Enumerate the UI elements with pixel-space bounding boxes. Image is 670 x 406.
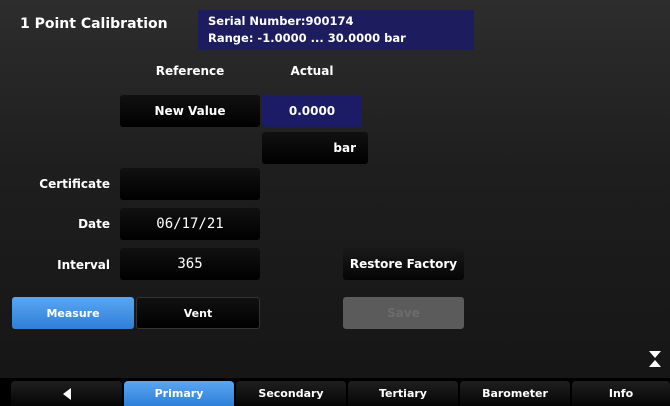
tab-info[interactable]: Info (572, 381, 670, 406)
range-text: Range: -1.0000 ... 30.0000 bar (208, 31, 406, 45)
unit-button[interactable]: bar (262, 132, 368, 164)
certificate-label: Certificate (39, 177, 110, 191)
tab-back[interactable] (11, 381, 122, 406)
interval-label: Interval (57, 258, 110, 272)
vent-button[interactable]: Vent (136, 297, 260, 329)
scroll-toggle-icon[interactable] (648, 350, 662, 368)
date-field[interactable]: 06/17/21 (120, 208, 260, 240)
new-value-button[interactable]: New Value (120, 95, 260, 127)
serial-number-text: Serial Number:900174 (208, 14, 354, 28)
measure-button[interactable]: Measure (12, 297, 134, 329)
tab-barometer[interactable]: Barometer (460, 381, 570, 406)
date-label: Date (78, 217, 110, 231)
restore-factory-button[interactable]: Restore Factory (343, 248, 464, 280)
save-button[interactable]: Save (343, 297, 464, 329)
back-arrow-icon (62, 387, 71, 400)
device-info-box: Serial Number:900174 Range: -1.0000 ... … (198, 10, 474, 50)
actual-column-header: Actual (290, 64, 334, 78)
reference-column-header: Reference (155, 64, 225, 78)
page-title: 1 Point Calibration (20, 16, 168, 32)
tab-tertiary[interactable]: Tertiary (348, 381, 458, 406)
tab-secondary[interactable]: Secondary (236, 381, 346, 406)
interval-field[interactable]: 365 (120, 248, 260, 280)
tab-primary[interactable]: Primary (124, 381, 234, 406)
actual-value-field[interactable]: 0.0000 (262, 95, 362, 127)
certificate-field[interactable] (120, 168, 260, 200)
